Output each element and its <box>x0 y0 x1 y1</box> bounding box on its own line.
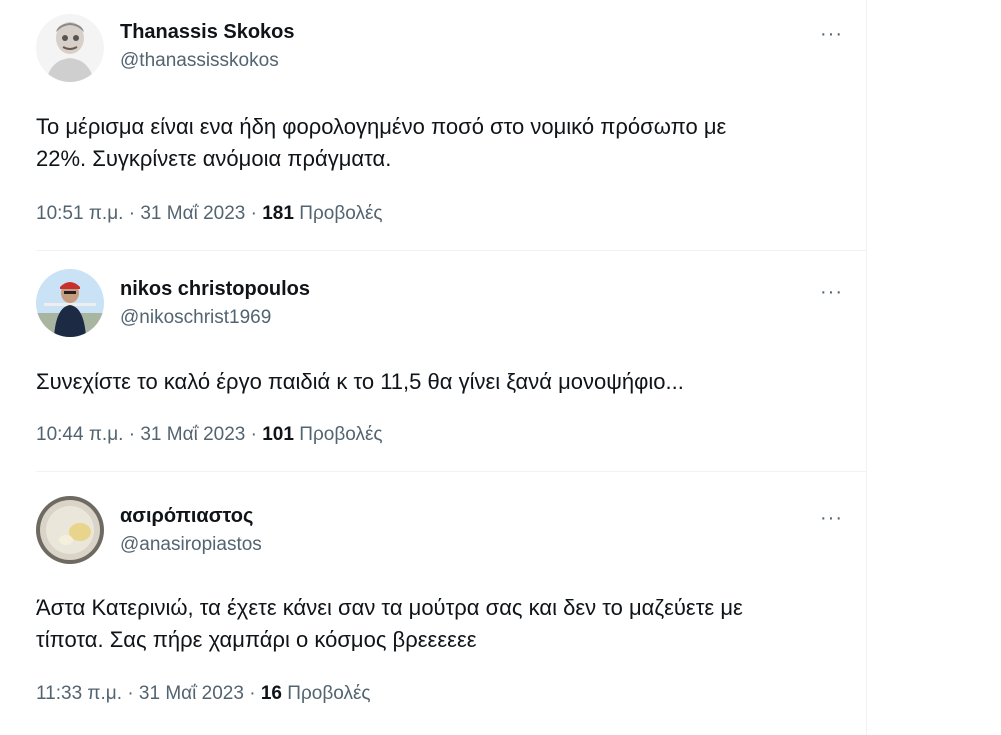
tweet-date[interactable]: 31 Μαΐ 2023 <box>140 203 245 224</box>
separator: · <box>127 683 134 704</box>
more-options-icon[interactable]: ··· <box>820 508 843 528</box>
separator: · <box>249 683 256 704</box>
user-handle[interactable]: @anasiropiastos <box>120 534 262 556</box>
tweet-time[interactable]: 10:51 π.μ. <box>36 203 123 224</box>
tweet-text-line: Συνεχίστε το καλό έργο παιδιά κ το 11,5 … <box>36 369 684 394</box>
avatar[interactable] <box>36 269 104 337</box>
separator: · <box>128 424 136 445</box>
tweet-meta: 10:44 π.μ. · 31 Μαΐ 2023 · 101 Προβολές <box>36 424 383 446</box>
tweet-text-line: Το μέρισμα είναι ενα ήδη φορολογημένο πο… <box>36 114 727 139</box>
views-label: Προβολές <box>287 683 371 704</box>
tweet-text-line: Άστα Κατερινιώ, τα έχετε κάνει σαν τα μο… <box>36 595 743 620</box>
view-count: 16 <box>260 683 282 704</box>
tweet[interactable]: Thanassis Skokos @thanassisskokos ··· Το… <box>0 0 866 250</box>
separator: · <box>250 424 257 445</box>
more-options-icon[interactable]: ··· <box>820 24 843 44</box>
avatar[interactable] <box>36 496 104 564</box>
user-handle[interactable]: @nikoschrist1969 <box>120 307 271 329</box>
tweet-text-line: 22%. Συγκρίνετε ανόμοια πράγματα. <box>36 146 392 171</box>
separator: · <box>250 203 257 224</box>
tweet-text: Άστα Κατερινιώ, τα έχετε κάνει σαν τα μο… <box>36 592 846 656</box>
tweet-time[interactable]: 11:33 π.μ. <box>36 683 122 704</box>
tweet-date[interactable]: 31 Μαΐ 2023 <box>140 424 245 445</box>
tweet-meta: 10:51 π.μ. · 31 Μαΐ 2023 · 181 Προβολές <box>36 203 383 225</box>
display-name[interactable]: Thanassis Skokos <box>120 21 295 44</box>
view-count: 101 <box>262 424 294 445</box>
tweet[interactable]: ασιρόπιαστος @anasiropiastos ··· Άστα Κα… <box>0 472 866 735</box>
column-border <box>866 0 867 735</box>
tweet-text-line: τίποτα. Σας πήρε χαμπάρι ο κόσμος βρεεεε… <box>36 627 477 652</box>
tweet-date[interactable]: 31 Μαΐ 2023 <box>139 683 244 704</box>
tweet-text: Συνεχίστε το καλό έργο παιδιά κ το 11,5 … <box>36 366 846 398</box>
display-name[interactable]: ασιρόπιαστος <box>120 505 253 528</box>
avatar[interactable] <box>36 14 104 82</box>
views-label: Προβολές <box>299 424 383 445</box>
views-label: Προβολές <box>299 203 383 224</box>
display-name[interactable]: nikos christopoulos <box>120 278 310 301</box>
tweet-time[interactable]: 10:44 π.μ. <box>36 424 123 445</box>
view-count: 181 <box>262 203 294 224</box>
user-handle[interactable]: @thanassisskokos <box>120 50 279 72</box>
tweet[interactable]: nikos christopoulos @nikoschrist1969 ···… <box>0 251 866 471</box>
more-options-icon[interactable]: ··· <box>820 282 843 302</box>
tweet-meta: 11:33 π.μ. · 31 Μαΐ 2023 · 16 Προβολές <box>36 683 371 705</box>
tweet-text: Το μέρισμα είναι ενα ήδη φορολογημένο πο… <box>36 111 846 175</box>
separator: · <box>128 203 136 224</box>
